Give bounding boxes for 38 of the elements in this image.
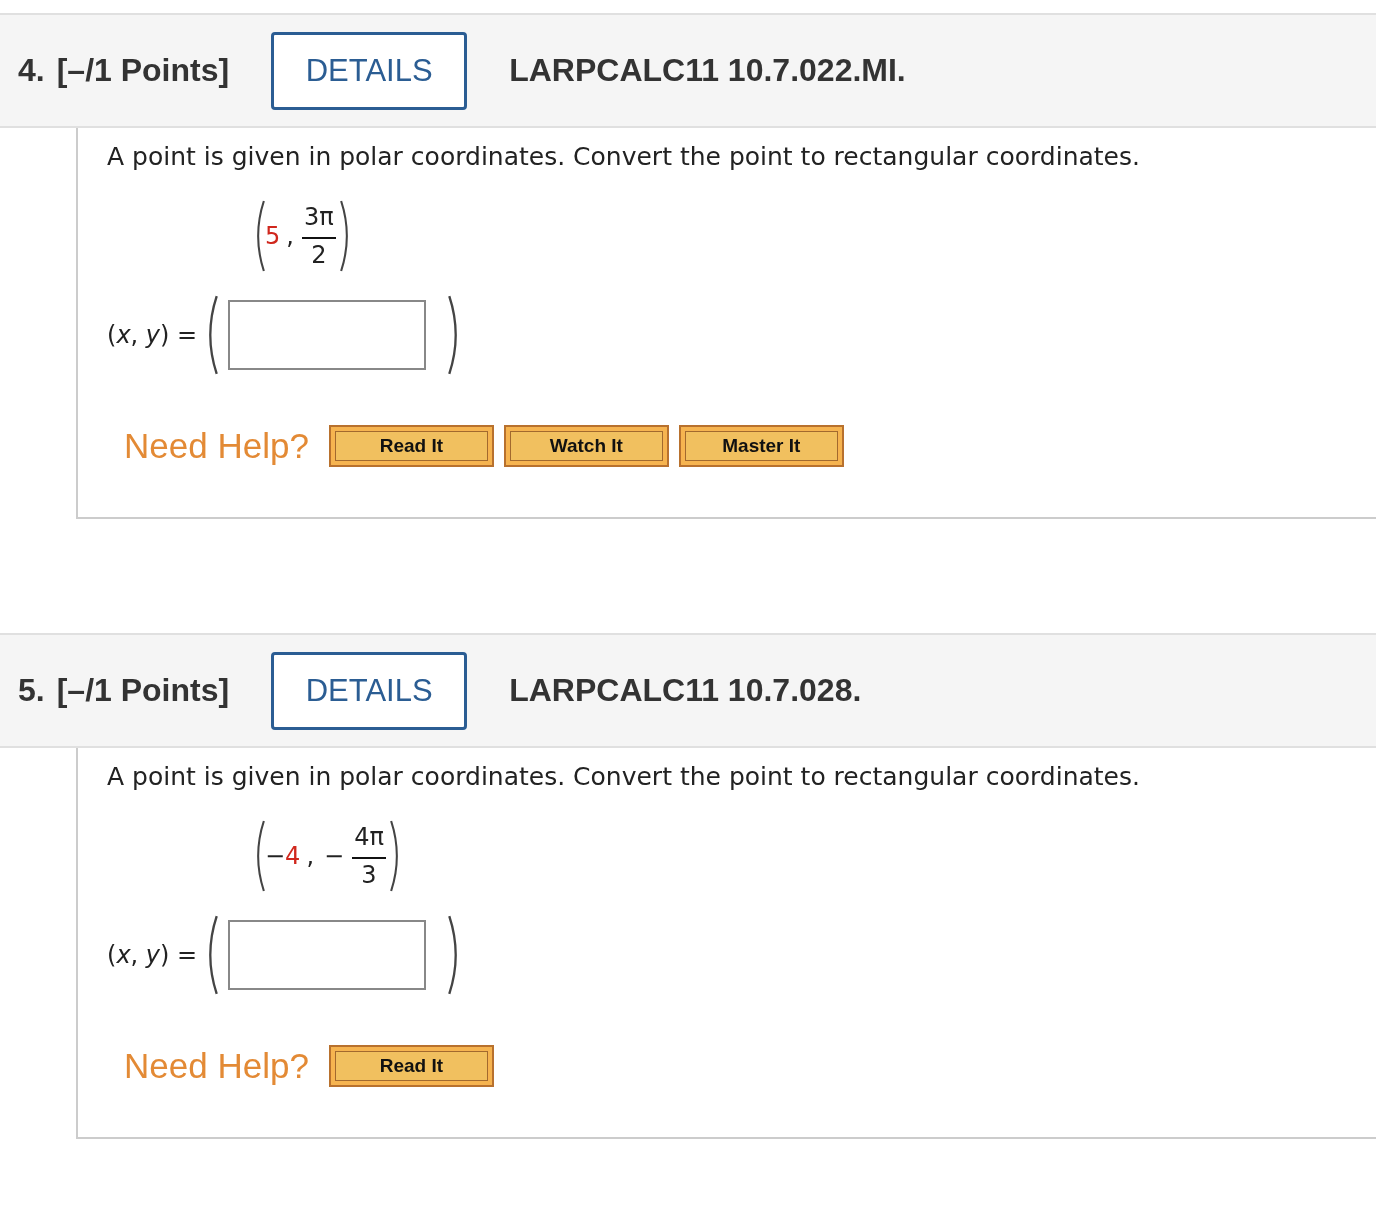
right-parenthesis-icon bbox=[339, 200, 348, 272]
help-button[interactable]: Read It bbox=[328, 425, 494, 467]
left-parenthesis-icon bbox=[257, 200, 265, 272]
question-number: 5. bbox=[18, 672, 45, 709]
help-button[interactable]: Watch It bbox=[503, 425, 669, 467]
need-help-label: Need Help? bbox=[124, 1046, 309, 1086]
fraction-denominator: 2 bbox=[311, 240, 327, 269]
question-number: 4. bbox=[18, 52, 45, 89]
right-parenthesis-icon bbox=[389, 820, 398, 892]
answer-label: (x, y) = bbox=[107, 321, 198, 349]
left-parenthesis-icon bbox=[209, 295, 219, 375]
help-button[interactable]: Read It bbox=[328, 1045, 494, 1087]
left-parenthesis-icon bbox=[257, 820, 265, 892]
answer-input-field[interactable] bbox=[228, 920, 427, 990]
question-code: LARPCALC11 10.7.028. bbox=[509, 672, 862, 709]
question-prompt: A point is given in polar coordinates. Convert the point to rectangular coordinates. bbox=[107, 762, 1141, 791]
fraction-numerator: 3π bbox=[301, 203, 336, 239]
minus-sign: − bbox=[324, 842, 345, 870]
points-label: [–/1 Points] bbox=[56, 672, 230, 709]
answer-input-field[interactable] bbox=[228, 300, 427, 370]
radius-value: 4 bbox=[285, 842, 301, 870]
left-parenthesis-icon bbox=[209, 915, 219, 995]
details-button[interactable]: DETAILS bbox=[271, 651, 468, 730]
fraction-denominator: 3 bbox=[361, 860, 377, 889]
answer-label: (x, y) = bbox=[107, 941, 198, 969]
points-label: [–/1 Points] bbox=[56, 52, 230, 89]
question-prompt: A point is given in polar coordinates. Convert the point to rectangular coordinates. bbox=[107, 142, 1141, 171]
comma: , bbox=[286, 222, 294, 250]
need-help-label: Need Help? bbox=[124, 426, 309, 466]
minus-sign: − bbox=[265, 842, 286, 870]
fraction-numerator: 4π bbox=[352, 823, 386, 859]
question-code: LARPCALC11 10.7.022.MI. bbox=[509, 52, 906, 89]
right-parenthesis-icon bbox=[448, 295, 458, 375]
help-button[interactable]: Master It bbox=[678, 425, 844, 467]
right-parenthesis-icon bbox=[448, 915, 458, 995]
details-button[interactable]: DETAILS bbox=[271, 31, 468, 110]
radius-value: 5 bbox=[265, 222, 281, 250]
comma: , bbox=[306, 842, 315, 870]
